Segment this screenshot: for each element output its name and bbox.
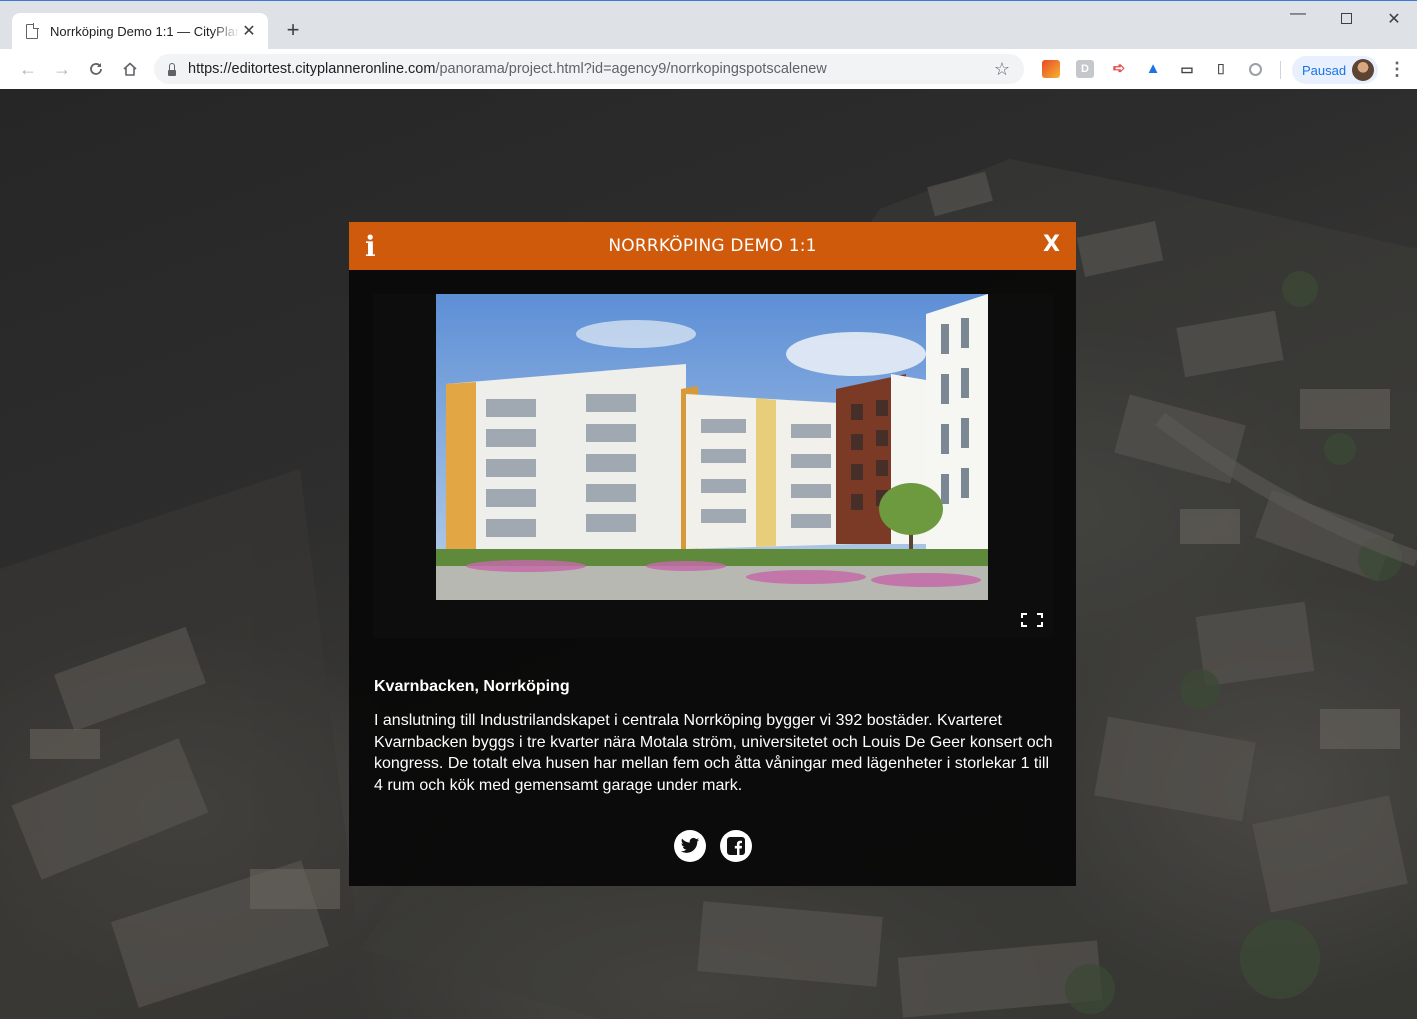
- extension-d-icon[interactable]: D: [1076, 60, 1094, 78]
- profile-button[interactable]: Pausad: [1292, 56, 1378, 84]
- maximize-icon: [1340, 13, 1352, 24]
- forward-arrow-icon[interactable]: →: [50, 57, 74, 81]
- minimize-button[interactable]: —: [1275, 5, 1321, 23]
- browser-tab[interactable]: Norrköping Demo 1:1 — CityPlanner ✕: [12, 13, 268, 49]
- lock-icon: [168, 62, 176, 76]
- cast-icon[interactable]: ▭: [1178, 60, 1196, 78]
- twitter-icon: [680, 837, 699, 853]
- maximize-button[interactable]: [1323, 9, 1369, 29]
- modal-title: NORRKÖPING DEMO 1:1: [608, 236, 817, 256]
- url-text[interactable]: https://editortest.cityplanneronline.com…: [188, 61, 994, 77]
- building-photo[interactable]: [436, 294, 988, 600]
- browser-toolbar: ← → https://editortest.cityplanneronline…: [0, 49, 1417, 90]
- extension-chart-icon[interactable]: [1042, 60, 1060, 78]
- close-button[interactable]: X: [1043, 232, 1060, 257]
- window-close-button[interactable]: ✕: [1371, 9, 1417, 29]
- browser-chrome: Norrköping Demo 1:1 — CityPlanner ✕ + — …: [0, 0, 1417, 90]
- avatar: [1352, 59, 1374, 81]
- facebook-share-button[interactable]: [719, 830, 752, 862]
- facebook-icon: [726, 837, 745, 855]
- back-arrow-icon[interactable]: ←: [16, 57, 40, 81]
- fullscreen-icon[interactable]: [1021, 613, 1043, 627]
- extension-arrow-icon[interactable]: ➪: [1110, 60, 1128, 78]
- city-3d-viewport[interactable]: i NORRKÖPING DEMO 1:1 X Kvarnbacken, Nor…: [0, 89, 1417, 1019]
- address-bar[interactable]: https://editortest.cityplanneronline.com…: [154, 54, 1024, 84]
- twitter-share-button[interactable]: [673, 830, 706, 862]
- profile-status-label: Pausad: [1302, 62, 1347, 78]
- media-viewer: [373, 294, 1053, 638]
- social-share: [349, 830, 1076, 862]
- tab-title: Norrköping Demo 1:1 — CityPlanner: [50, 23, 240, 39]
- menu-kebab-icon[interactable]: ⋮: [1388, 59, 1406, 81]
- tab-strip: Norrköping Demo 1:1 — CityPlanner ✕ + — …: [0, 1, 1417, 49]
- modal-header: i NORRKÖPING DEMO 1:1 X: [349, 222, 1076, 270]
- home-icon[interactable]: [118, 57, 142, 81]
- bookmark-star-icon[interactable]: ☆: [994, 59, 1010, 80]
- tab-close-icon[interactable]: ✕: [240, 21, 258, 41]
- toolbar-divider: [1280, 61, 1281, 79]
- description-text: I anslutning till Industrilandskapet i c…: [374, 712, 1053, 794]
- new-tab-button[interactable]: +: [282, 19, 304, 41]
- info-modal: i NORRKÖPING DEMO 1:1 X Kvarnbacken, Nor…: [349, 222, 1076, 886]
- page-icon: [26, 22, 39, 39]
- extension-a-icon[interactable]: ▲: [1144, 60, 1162, 78]
- building-rendering-image: [436, 294, 988, 600]
- screenshot-icon[interactable]: ⌷: [1212, 60, 1230, 78]
- place-title: Kvarnbacken, Norrköping: [374, 678, 570, 695]
- reload-icon[interactable]: [84, 57, 108, 81]
- extension-circle-icon[interactable]: [1246, 60, 1264, 78]
